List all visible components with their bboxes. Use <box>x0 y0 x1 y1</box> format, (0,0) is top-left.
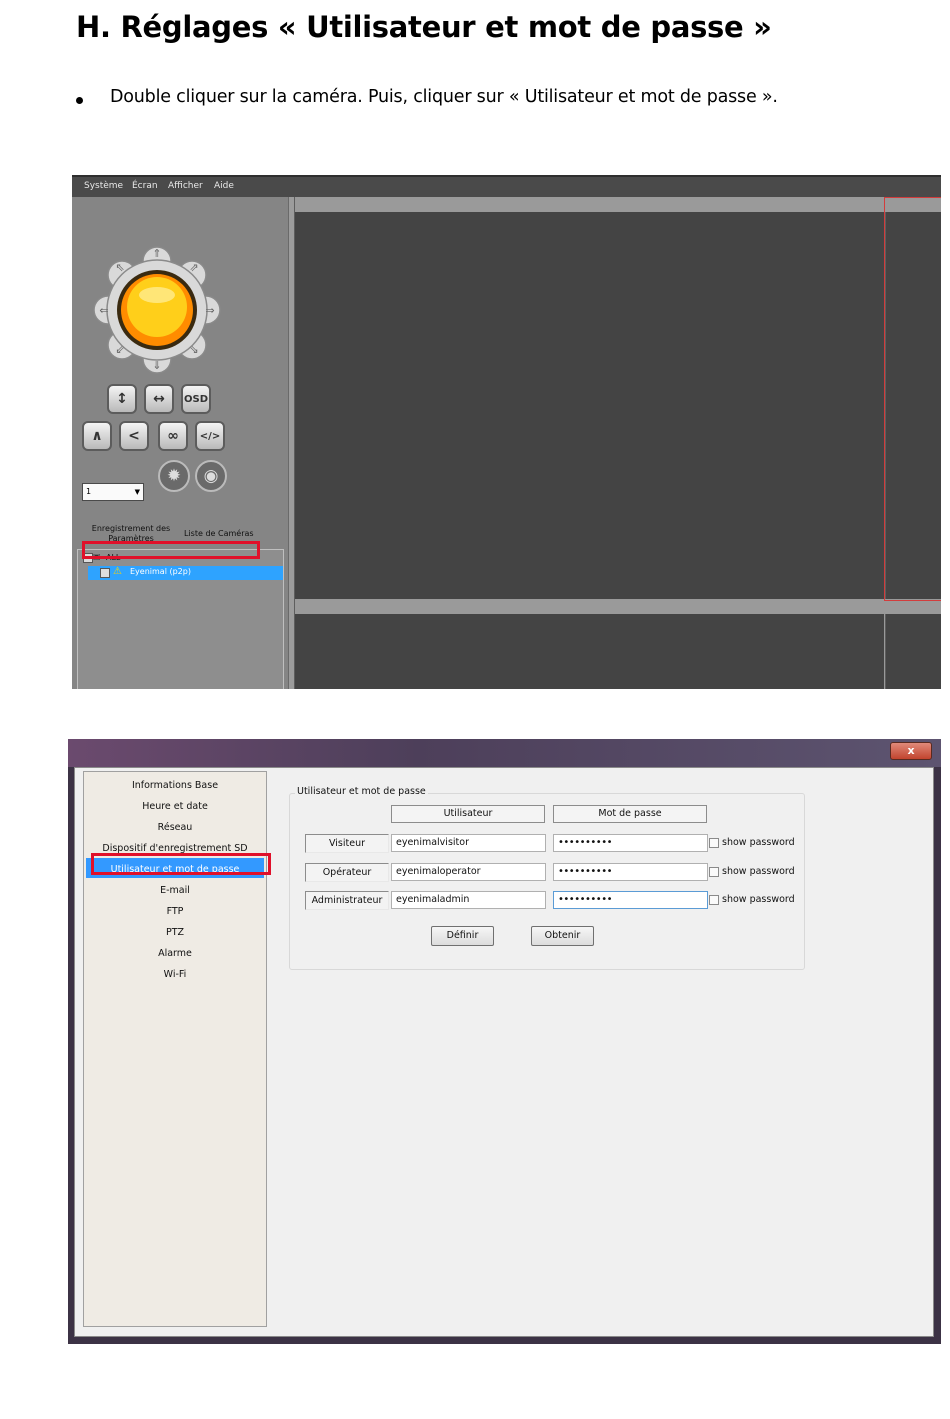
ptz-left-icon[interactable]: ⇐ <box>99 304 108 317</box>
role-admin-label: Administrateur <box>305 891 389 910</box>
ptz-down-left-icon[interactable]: ⇙ <box>115 343 124 356</box>
menu-systeme[interactable]: Système <box>84 181 123 191</box>
horizontal-flip-button[interactable]: ↔ <box>144 384 174 414</box>
show-password-label: show password <box>722 894 795 905</box>
nav-reseau[interactable]: Réseau <box>84 822 266 833</box>
role-visitor-label: Visiteur <box>305 834 389 853</box>
visitor-show-password[interactable]: show password <box>709 837 795 848</box>
settings-dialog-screenshot: x Informations Base Heure et date Réseau… <box>68 739 941 1344</box>
nav-email[interactable]: E-mail <box>84 885 266 896</box>
visitor-username-field[interactable]: eyenimalvisitor <box>391 834 546 852</box>
nav-alarme[interactable]: Alarme <box>84 948 266 959</box>
menu-aide[interactable]: Aide <box>214 181 234 191</box>
vertical-flip-button[interactable]: ↕ <box>107 384 137 414</box>
show-password-label: show password <box>722 837 795 848</box>
instruction-text: Double cliquer sur la caméra. Puis, cliq… <box>110 87 778 107</box>
admin-show-password[interactable]: show password <box>709 894 795 905</box>
camera-name: Eyenimal (p2p) <box>130 567 191 576</box>
page-title: H. Réglages « Utilisateur et mot de pass… <box>76 10 772 44</box>
operator-password-field[interactable]: •••••••••• <box>553 863 708 881</box>
main-window-screenshot: Système Écran Afficher Aide ⇑ ⇓ ⇐ ⇒ ⇖ ⇗ … <box>72 175 941 689</box>
nav-ptz[interactable]: PTZ <box>84 927 266 938</box>
menu-ecran[interactable]: Écran <box>132 181 158 191</box>
video-pane-1[interactable] <box>295 212 884 599</box>
set-button[interactable]: Définir <box>431 926 494 946</box>
close-button[interactable]: x <box>890 742 932 760</box>
video-pane-4[interactable] <box>886 614 941 689</box>
visitor-password-field[interactable]: •••••••••• <box>553 834 708 852</box>
camera-highlight-box <box>82 541 260 559</box>
video-header-bar <box>295 197 941 212</box>
show-password-label: show password <box>722 866 795 877</box>
preset-select[interactable]: 1 ▼ <box>82 483 144 501</box>
video-header-bar <box>295 599 941 614</box>
tree-checkbox-icon[interactable] <box>100 568 110 578</box>
bullet-icon <box>76 97 83 104</box>
role-operator-label: Opérateur <box>305 863 389 882</box>
checkbox-icon[interactable] <box>709 866 719 877</box>
chevron-down-icon: ▼ <box>134 488 140 496</box>
menu-afficher[interactable]: Afficher <box>168 181 203 191</box>
nav-highlight-box <box>91 853 271 875</box>
preset-value: 1 <box>86 487 92 496</box>
back-button[interactable]: < <box>119 421 149 451</box>
osd-button[interactable]: OSD <box>181 384 211 414</box>
video-pane-2[interactable] <box>295 614 884 689</box>
camera-tree: ▣ ALL ⚠ Eyenimal (p2p) <box>77 549 284 689</box>
settings-gear-icon[interactable]: ✹ <box>158 460 190 492</box>
ptz-right-icon[interactable]: ⇒ <box>205 304 214 317</box>
ptz-pad[interactable]: ⇑ ⇓ ⇐ ⇒ ⇖ ⇗ ⇙ ⇘ <box>82 235 232 385</box>
dialog-body: Informations Base Heure et date Réseau D… <box>74 767 934 1337</box>
record-icon[interactable]: ◉ <box>195 460 227 492</box>
code-button[interactable]: </> <box>195 421 225 451</box>
admin-username-field[interactable]: eyenimaladmin <box>391 891 546 909</box>
ptz-down-icon[interactable]: ⇓ <box>152 359 161 372</box>
group-title: Utilisateur et mot de passe <box>295 786 428 797</box>
get-button[interactable]: Obtenir <box>531 926 594 946</box>
checkbox-icon[interactable] <box>709 837 719 848</box>
ptz-down-right-icon[interactable]: ⇘ <box>189 343 198 356</box>
loop-button[interactable]: ∞ <box>158 421 188 451</box>
nav-ftp[interactable]: FTP <box>84 906 266 917</box>
tab-camera-list[interactable]: Liste de Caméras <box>184 529 254 538</box>
warning-icon: ⚠ <box>113 566 122 577</box>
operator-show-password[interactable]: show password <box>709 866 795 877</box>
nav-wifi[interactable]: Wi-Fi <box>84 969 266 980</box>
control-panel: ⇑ ⇓ ⇐ ⇒ ⇖ ⇗ ⇙ ⇘ ↕ ↔ OSD ∧ < ∞ </> 1 ▼ ✹ … <box>72 197 288 689</box>
tree-camera-item[interactable]: ⚠ Eyenimal (p2p) <box>88 566 283 580</box>
column-header-user: Utilisateur <box>391 805 545 823</box>
checkbox-icon[interactable] <box>709 894 719 905</box>
nav-informations-base[interactable]: Informations Base <box>84 780 266 791</box>
selected-pane-frame <box>884 197 941 601</box>
ptz-up-icon[interactable]: ⇑ <box>152 247 161 260</box>
dialog-titlebar <box>68 739 941 767</box>
cruise-button[interactable]: ∧ <box>82 421 112 451</box>
ptz-up-left-icon[interactable]: ⇖ <box>115 261 124 274</box>
ptz-up-right-icon[interactable]: ⇗ <box>189 261 198 274</box>
ptz-center-button[interactable] <box>127 277 187 337</box>
nav-heure-et-date[interactable]: Heure et date <box>84 801 266 812</box>
operator-username-field[interactable]: eyenimaloperator <box>391 863 546 881</box>
admin-password-field[interactable]: •••••••••• <box>553 891 708 909</box>
menu-bar: Système Écran Afficher Aide <box>72 175 941 199</box>
column-header-password: Mot de passe <box>553 805 707 823</box>
